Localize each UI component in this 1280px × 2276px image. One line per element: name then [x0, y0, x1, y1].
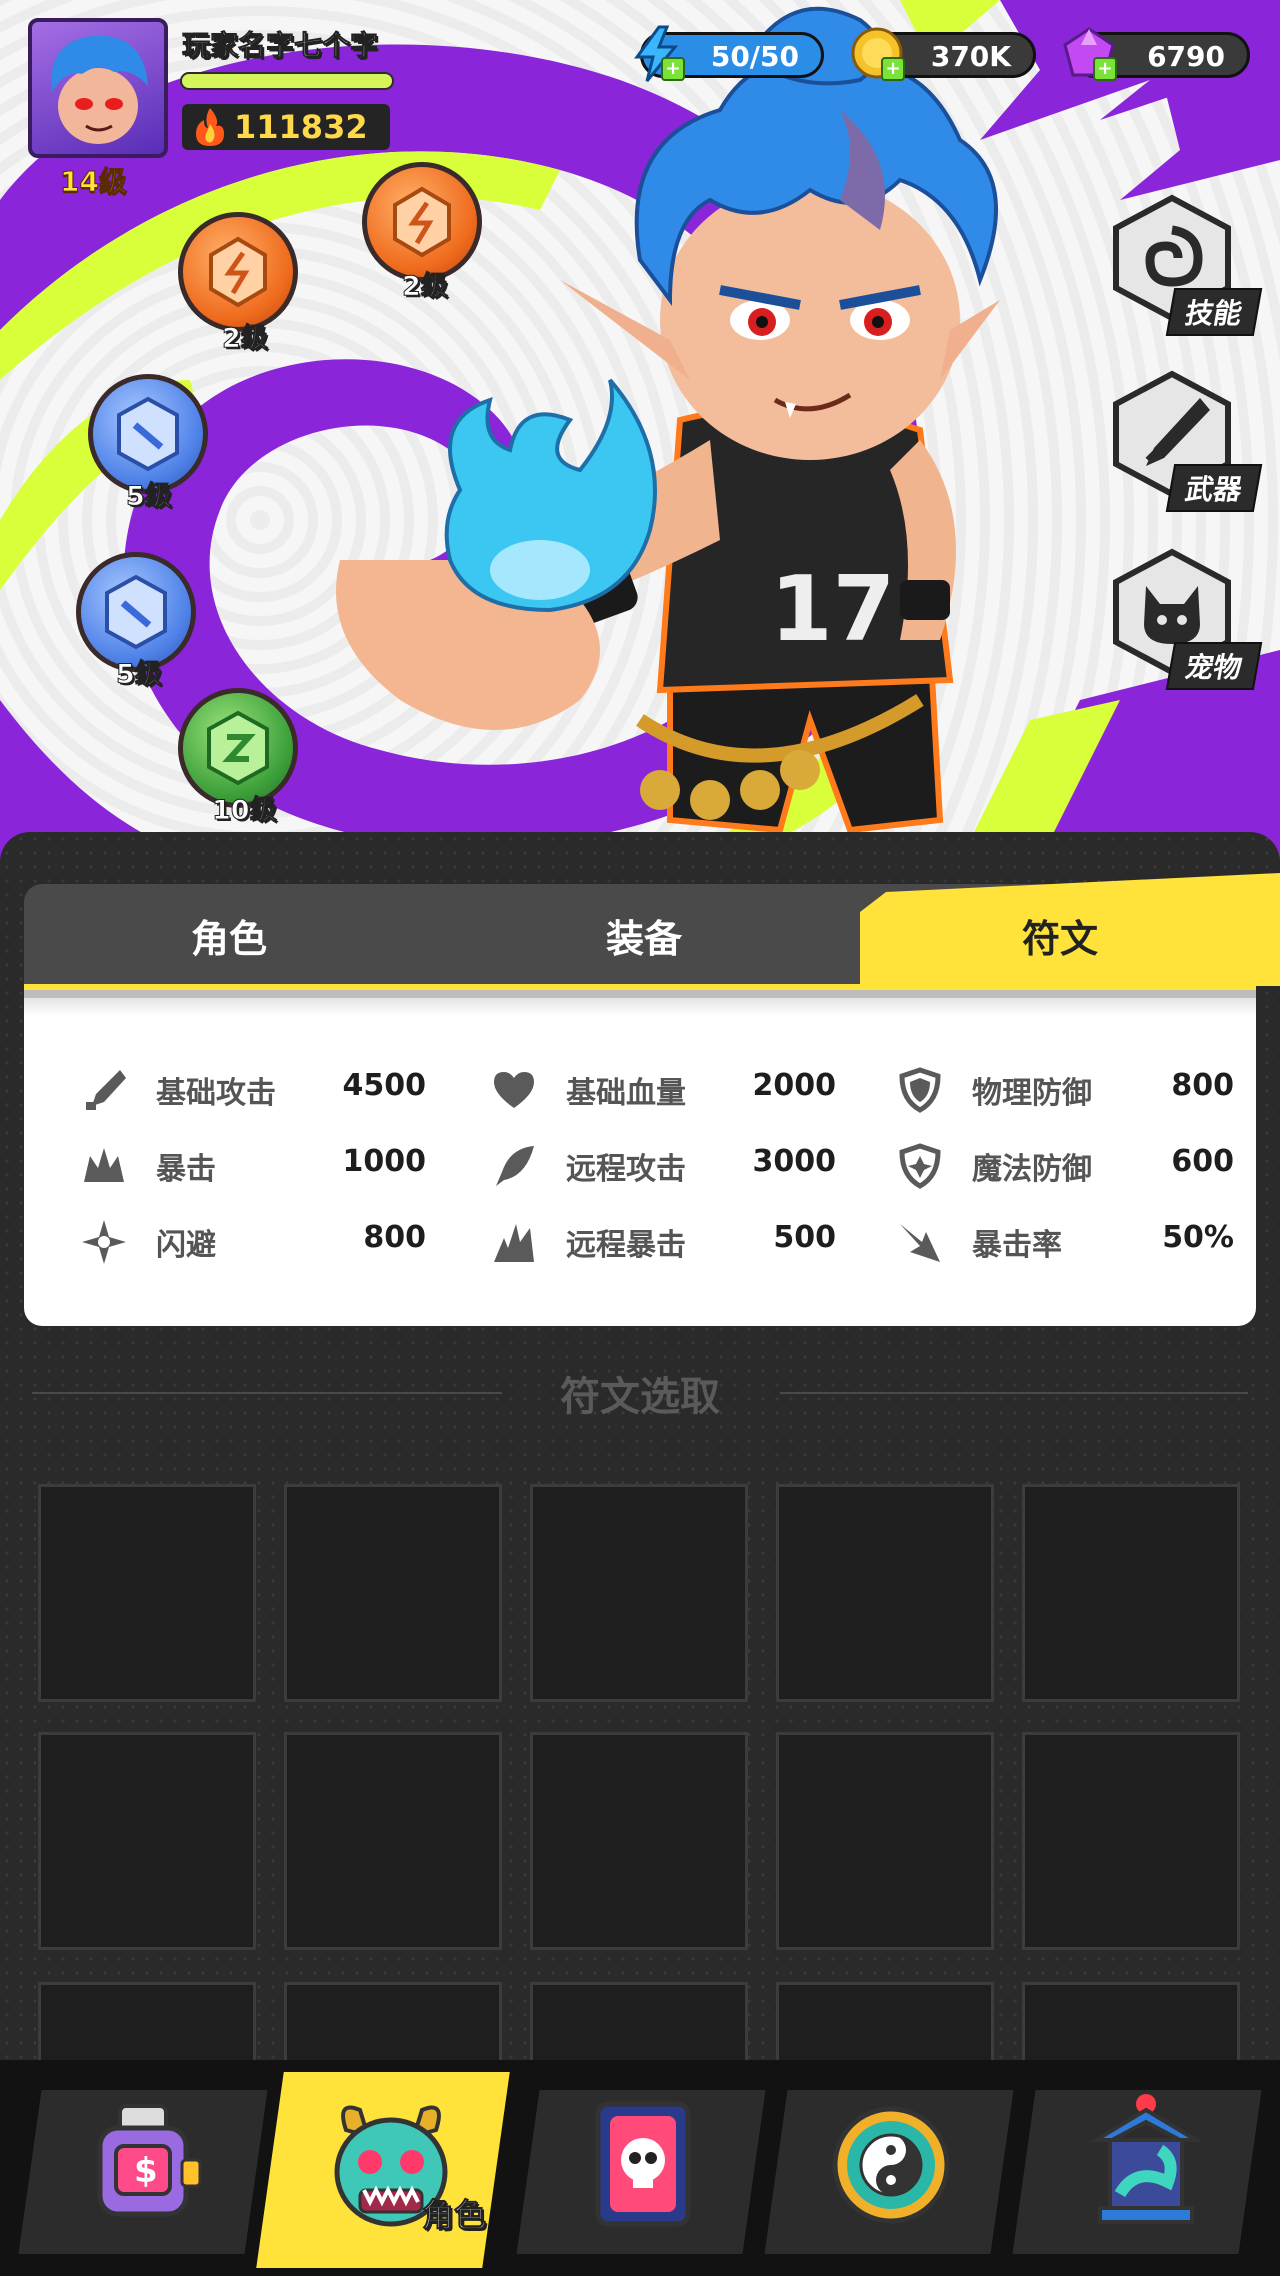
rune-grid-slot[interactable]: [1022, 1732, 1240, 1950]
skill-label: 技能: [1165, 288, 1263, 336]
stat-label: 基础血量: [566, 1076, 686, 1111]
energy-value: 50/50: [710, 40, 799, 73]
blue-rune-icon: [117, 396, 179, 472]
stat-value: 1000: [342, 1144, 427, 1179]
stat-label: 远程攻击: [566, 1152, 686, 1187]
pagoda-icon: [1088, 2094, 1204, 2224]
stat-value: 800: [363, 1220, 426, 1255]
stat-label: 暴击: [156, 1152, 216, 1187]
xp-progress-bar: [180, 72, 394, 90]
stat-value: 800: [1171, 1068, 1234, 1103]
tab-equipment[interactable]: 装备: [434, 884, 854, 986]
crit-rate-icon: [900, 1224, 940, 1262]
skill-button[interactable]: 技能: [1104, 190, 1263, 340]
rune-grid-slot[interactable]: [530, 1732, 748, 1950]
stat-magic-defense: 魔法防御 600: [896, 1134, 1234, 1194]
tab-character[interactable]: 角色: [24, 884, 434, 986]
rune-level-orange-1: 2级: [222, 323, 269, 355]
stat-value: 50%: [1162, 1220, 1234, 1255]
rune-grid-slot[interactable]: [776, 1484, 994, 1702]
pet-button[interactable]: 宠物: [1104, 544, 1263, 694]
blue-rune-icon: [105, 574, 167, 650]
rune-grid-slot[interactable]: [38, 1484, 256, 1702]
feather-icon: [496, 1146, 534, 1186]
energy-counter[interactable]: + 50/50: [634, 25, 824, 82]
stat-crit: 暴击 1000: [80, 1134, 426, 1194]
stat-value: 600: [1171, 1144, 1234, 1179]
rune-select-title: 符文选取: [560, 1374, 720, 1420]
player-name: 玩家名字七个字: [181, 29, 379, 63]
sword-icon: [86, 1070, 126, 1110]
gold-value: 370K: [930, 40, 1011, 73]
dodge-icon: [82, 1220, 126, 1264]
player-avatar[interactable]: [28, 18, 168, 158]
stat-label: 闪避: [156, 1228, 216, 1263]
stat-label: 魔法防御: [972, 1152, 1092, 1187]
combat-power-value: 111832: [234, 108, 368, 146]
skull-card-icon: [595, 2101, 691, 2227]
stat-label: 暴击率: [972, 1228, 1062, 1263]
heart-icon: [494, 1072, 534, 1108]
gold-add-icon[interactable]: +: [881, 57, 905, 81]
weapon-label: 武器: [1165, 464, 1263, 512]
orange-rune-icon: [209, 236, 267, 308]
weapon-button[interactable]: 武器: [1104, 366, 1263, 516]
shop-watch-icon: $: [97, 2104, 202, 2217]
jersey-number: 17: [770, 557, 895, 662]
yin-yang-icon: [832, 2106, 950, 2224]
rune-level-blue-2: 5级: [116, 659, 163, 691]
stat-label: 基础攻击: [156, 1076, 276, 1111]
stat-crit-rate: 暴击率 50%: [896, 1210, 1234, 1270]
bottom-navigation: $ 角色: [0, 2060, 1280, 2276]
rune-level-green: 10级: [212, 795, 278, 827]
magic-shield-icon: [899, 1143, 941, 1189]
stat-label: 远程暴击: [566, 1228, 686, 1263]
stats-card: 基础攻击 4500 基础血量 2000 物理防御 800 暴击 1000 远程攻…: [24, 990, 1256, 1326]
stat-value: 4500: [342, 1068, 427, 1103]
rune-grid-slot[interactable]: [1022, 1484, 1240, 1702]
player-level: 14级: [60, 165, 128, 199]
stat-value: 2000: [752, 1068, 837, 1103]
stat-dodge: 闪避 800: [80, 1210, 426, 1270]
rune-grid-slot[interactable]: [530, 1484, 748, 1702]
crit-icon: [84, 1148, 124, 1182]
svg-text:17: 17: [770, 557, 895, 662]
gem-value: 6790: [1147, 40, 1225, 73]
nav-character-label: 角色: [421, 2196, 487, 2235]
gem-add-icon[interactable]: +: [1093, 57, 1117, 81]
fire-icon: [196, 108, 224, 146]
game-screen: 17 14级 玩家名字七个字 111832 + 50/50 + 370K + 6…: [0, 0, 1280, 2276]
gold-counter[interactable]: + 370K: [851, 27, 1036, 81]
rune-grid-slot[interactable]: [776, 1732, 994, 1950]
tab-runes[interactable]: 符文: [860, 884, 1260, 986]
stat-base-hp: 基础血量 2000: [490, 1058, 836, 1118]
energy-add-icon[interactable]: +: [661, 57, 685, 81]
stat-value: 3000: [752, 1144, 837, 1179]
stat-base-attack: 基础攻击 4500: [80, 1058, 426, 1118]
gem-counter[interactable]: + 6790: [1063, 27, 1250, 81]
rune-grid-slot[interactable]: [284, 1484, 502, 1702]
stat-label: 物理防御: [972, 1076, 1092, 1111]
shield-icon: [899, 1067, 941, 1113]
orange-rune-icon: [393, 186, 451, 258]
rune-level-orange-2: 2级: [402, 271, 449, 303]
stat-physical-defense: 物理防御 800: [896, 1058, 1234, 1118]
rune-slot-orange-1[interactable]: [178, 212, 298, 332]
stat-ranged-attack: 远程攻击 3000: [490, 1134, 836, 1194]
green-rune-icon: [207, 710, 269, 786]
stat-ranged-crit: 远程暴击 500: [490, 1210, 836, 1270]
rune-grid-slot[interactable]: [38, 1732, 256, 1950]
pet-label: 宠物: [1165, 642, 1263, 690]
combat-power: 111832: [182, 104, 390, 150]
demon-boy-portrait-icon: [51, 35, 148, 144]
rune-level-blue-1: 5级: [126, 481, 173, 513]
ranged-crit-icon: [494, 1224, 534, 1262]
svg-text:$: $: [134, 2151, 158, 2191]
tab-bar: 角色 装备 符文: [24, 872, 1280, 994]
stat-value: 500: [773, 1220, 836, 1255]
rune-grid-slot[interactable]: [284, 1732, 502, 1950]
